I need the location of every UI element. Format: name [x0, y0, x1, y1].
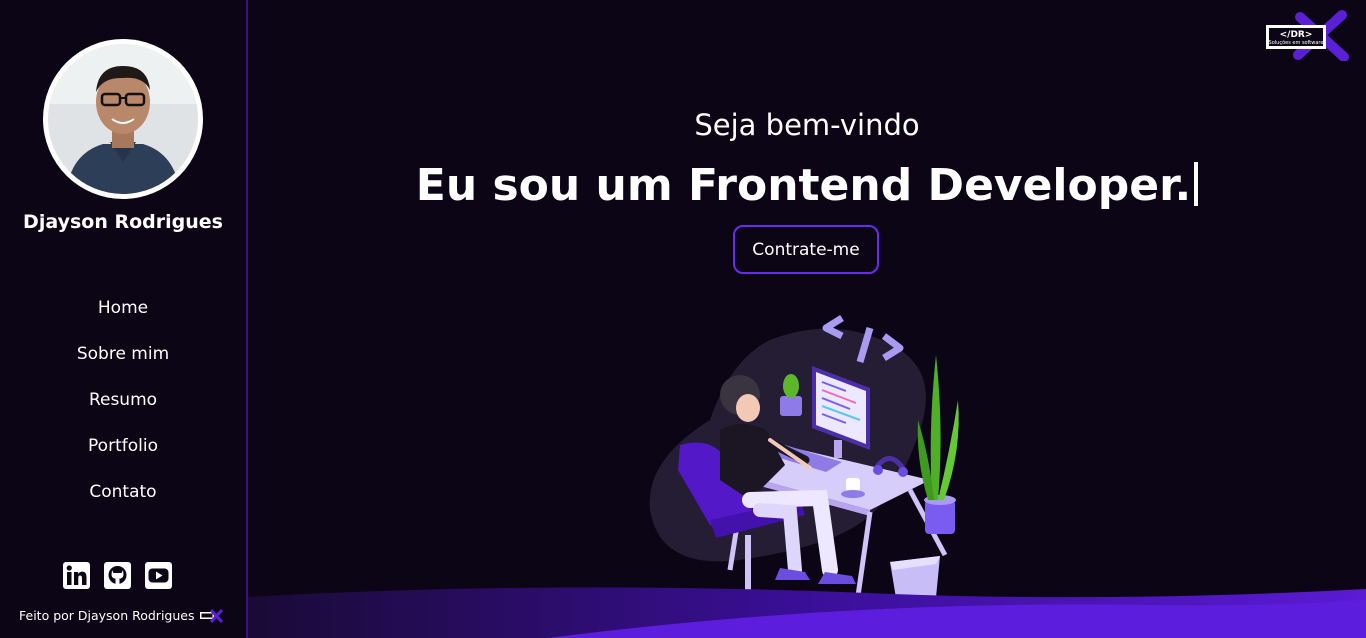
nav-item-resumo[interactable]: Resumo: [0, 385, 246, 431]
hero-greeting: Seja bem-vindo: [694, 108, 920, 142]
hero-headline: Eu sou um Frontend Developer.: [248, 160, 1366, 211]
social-links: [63, 562, 172, 589]
footer-credit: Feito por Djayson Rodrigues: [19, 608, 224, 623]
nav-item-contato[interactable]: Contato: [0, 477, 246, 523]
brand-mini-logo: [200, 608, 224, 623]
page-root: Djayson Rodrigues Home Sobre mim Resumo …: [0, 0, 1366, 638]
youtube-icon[interactable]: [145, 562, 172, 589]
footer-credit-text: Feito por Djayson Rodrigues: [19, 608, 195, 623]
sidebar: Djayson Rodrigues Home Sobre mim Resumo …: [0, 0, 248, 638]
bottom-wave-decoration: [248, 587, 1366, 638]
nav-item-sobre-mim[interactable]: Sobre mim: [0, 339, 246, 385]
brand-logo[interactable]: </DR> Soluções em software: [1262, 9, 1354, 61]
github-icon[interactable]: [104, 562, 131, 589]
brand-logo-subtext: Soluções em software: [1269, 40, 1324, 46]
profile-name: Djayson Rodrigues: [23, 211, 223, 233]
hero-headline-text: Eu sou um Frontend Developer.: [415, 160, 1192, 211]
hire-me-button[interactable]: Contrate-me: [733, 225, 879, 274]
linkedin-icon[interactable]: [63, 562, 90, 589]
nav-item-portfolio[interactable]: Portfolio: [0, 431, 246, 477]
typing-cursor: [1194, 162, 1199, 206]
avatar-photo: [48, 44, 198, 194]
sidebar-nav: Home Sobre mim Resumo Portfolio Contato: [0, 293, 246, 523]
nav-item-home[interactable]: Home: [0, 293, 246, 339]
brand-logo-text: </DR>: [1280, 30, 1313, 40]
avatar: [43, 39, 203, 199]
